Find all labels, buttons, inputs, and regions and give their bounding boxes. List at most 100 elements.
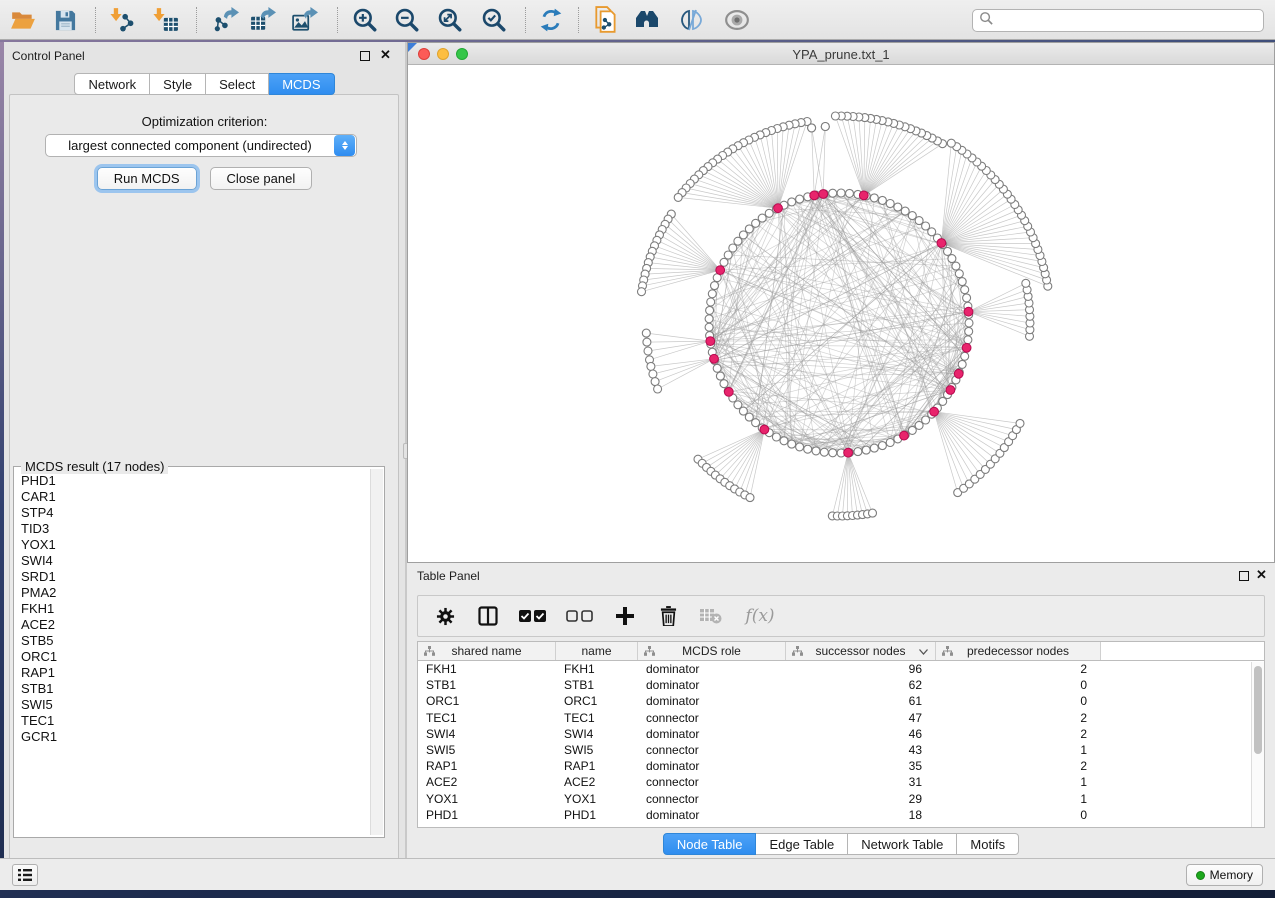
create-column-icon[interactable] <box>612 603 638 629</box>
mcds-result-item[interactable]: TID3 <box>21 521 370 537</box>
cell-predecessor-nodes[interactable]: 1 <box>936 743 1101 757</box>
node-table[interactable]: shared namenameMCDS rolesuccessor nodesp… <box>417 641 1265 828</box>
clone-network-icon[interactable] <box>589 4 623 36</box>
tab-network[interactable]: Network <box>74 73 150 95</box>
column-header-successor-nodes[interactable]: successor nodes <box>786 642 936 660</box>
cell-successor-nodes[interactable]: 61 <box>786 694 936 708</box>
close-panel-icon[interactable]: ✕ <box>380 50 391 60</box>
cell-name[interactable]: TEC1 <box>556 711 638 725</box>
cell-name[interactable]: YOX1 <box>556 792 638 806</box>
mcds-result-item[interactable]: SWI5 <box>21 697 370 713</box>
zoom-out-icon[interactable] <box>390 4 424 36</box>
table-options-gear-icon[interactable] <box>432 603 458 629</box>
table-row[interactable]: RAP1RAP1dominator352 <box>418 758 1264 774</box>
import-table-icon[interactable] <box>149 4 183 36</box>
tab-select[interactable]: Select <box>206 73 269 95</box>
refresh-icon[interactable] <box>534 4 568 36</box>
cell-name[interactable]: SWI4 <box>556 727 638 741</box>
cell-predecessor-nodes[interactable]: 1 <box>936 792 1101 806</box>
table-row[interactable]: STB1STB1dominator620 <box>418 677 1264 693</box>
cell-predecessor-nodes[interactable]: 2 <box>936 759 1101 773</box>
cell-shared-name[interactable]: TEC1 <box>418 711 556 725</box>
table-row[interactable]: SWI5SWI5connector431 <box>418 742 1264 758</box>
cell-name[interactable]: ACE2 <box>556 775 638 789</box>
mcds-result-item[interactable]: ORC1 <box>21 649 370 665</box>
cell-predecessor-nodes[interactable]: 2 <box>936 727 1101 741</box>
cell-name[interactable]: SWI5 <box>556 743 638 757</box>
cell-name[interactable]: STB1 <box>556 678 638 692</box>
cell-shared-name[interactable]: STB1 <box>418 678 556 692</box>
mcds-result-item[interactable]: SWI4 <box>21 553 370 569</box>
mcds-result-item[interactable]: STB1 <box>21 681 370 697</box>
mcds-result-list[interactable]: PHD1CAR1STP4TID3YOX1SWI4SRD1PMA2FKH1ACE2… <box>15 473 370 836</box>
cell-successor-nodes[interactable]: 62 <box>786 678 936 692</box>
cell-MCDS-role[interactable]: connector <box>638 743 786 757</box>
cell-MCDS-role[interactable]: dominator <box>638 694 786 708</box>
mcds-result-item[interactable]: SRD1 <box>21 569 370 585</box>
save-session-icon[interactable] <box>48 4 82 36</box>
cell-MCDS-role[interactable]: dominator <box>638 727 786 741</box>
table-row[interactable]: SWI4SWI4dominator462 <box>418 726 1264 742</box>
cell-shared-name[interactable]: FKH1 <box>418 662 556 676</box>
deselect-all-columns-icon[interactable] <box>565 603 595 629</box>
select-all-columns-icon[interactable] <box>518 603 548 629</box>
cell-MCDS-role[interactable]: dominator <box>638 759 786 773</box>
export-network-icon[interactable] <box>209 4 243 36</box>
cell-name[interactable]: FKH1 <box>556 662 638 676</box>
cell-shared-name[interactable]: YOX1 <box>418 792 556 806</box>
cell-MCDS-role[interactable]: connector <box>638 711 786 725</box>
cell-successor-nodes[interactable]: 29 <box>786 792 936 806</box>
cell-MCDS-role[interactable]: dominator <box>638 678 786 692</box>
zoom-fit-icon[interactable] <box>433 4 467 36</box>
cell-shared-name[interactable]: SWI5 <box>418 743 556 757</box>
show-column-panel-icon[interactable] <box>475 603 501 629</box>
mcds-result-item[interactable]: YOX1 <box>21 537 370 553</box>
cell-successor-nodes[interactable]: 31 <box>786 775 936 789</box>
mcds-result-item[interactable]: PHD1 <box>21 473 370 489</box>
run-mcds-button[interactable]: Run MCDS <box>97 167 197 190</box>
cell-predecessor-nodes[interactable]: 0 <box>936 694 1101 708</box>
search-box[interactable] <box>972 9 1264 32</box>
export-table-icon[interactable] <box>246 4 280 36</box>
cell-successor-nodes[interactable]: 96 <box>786 662 936 676</box>
table-row[interactable]: FKH1FKH1dominator962 <box>418 661 1264 677</box>
search-network-icon[interactable] <box>632 4 666 36</box>
cell-name[interactable]: RAP1 <box>556 759 638 773</box>
tab-network-table[interactable]: Network Table <box>848 833 957 855</box>
network-window-titlebar[interactable]: YPA_prune.txt_1 <box>408 43 1274 65</box>
column-header-predecessor-nodes[interactable]: predecessor nodes <box>936 642 1101 660</box>
column-header-MCDS-role[interactable]: MCDS role <box>638 642 786 660</box>
hide-network-icon[interactable] <box>675 4 709 36</box>
cell-shared-name[interactable]: ORC1 <box>418 694 556 708</box>
float-table-panel-icon[interactable] <box>1239 571 1249 581</box>
tab-node-table[interactable]: Node Table <box>663 833 757 855</box>
mcds-result-item[interactable]: PMA2 <box>21 585 370 601</box>
search-input[interactable] <box>994 14 1263 28</box>
network-graph[interactable] <box>408 65 1274 562</box>
show-network-icon[interactable] <box>720 4 754 36</box>
cell-shared-name[interactable]: PHD1 <box>418 808 556 822</box>
mcds-result-item[interactable]: RAP1 <box>21 665 370 681</box>
mcds-result-item[interactable]: STP4 <box>21 505 370 521</box>
cell-predecessor-nodes[interactable]: 2 <box>936 711 1101 725</box>
mcds-result-item[interactable]: ACE2 <box>21 617 370 633</box>
tab-edge-table[interactable]: Edge Table <box>756 833 848 855</box>
mcds-result-item[interactable]: FKH1 <box>21 601 370 617</box>
table-row[interactable]: TEC1TEC1connector472 <box>418 710 1264 726</box>
zoom-in-icon[interactable] <box>348 4 382 36</box>
table-scrollbar[interactable] <box>1251 662 1264 827</box>
tab-motifs[interactable]: Motifs <box>957 833 1019 855</box>
mcds-result-item[interactable]: STB5 <box>21 633 370 649</box>
mcds-list-scrollbar[interactable] <box>370 469 383 835</box>
cell-successor-nodes[interactable]: 46 <box>786 727 936 741</box>
network-canvas[interactable] <box>408 65 1274 562</box>
table-row[interactable]: ACE2ACE2connector311 <box>418 774 1264 790</box>
close-table-panel-icon[interactable]: ✕ <box>1256 570 1267 580</box>
cell-successor-nodes[interactable]: 35 <box>786 759 936 773</box>
criterion-select[interactable]: largest connected component (undirected) <box>45 134 357 157</box>
table-row[interactable]: PHD1PHD1dominator180 <box>418 807 1264 823</box>
table-row[interactable]: YOX1YOX1connector291 <box>418 791 1264 807</box>
column-header-shared-name[interactable]: shared name <box>418 642 556 660</box>
cell-MCDS-role[interactable]: dominator <box>638 662 786 676</box>
export-image-icon[interactable] <box>288 4 322 36</box>
